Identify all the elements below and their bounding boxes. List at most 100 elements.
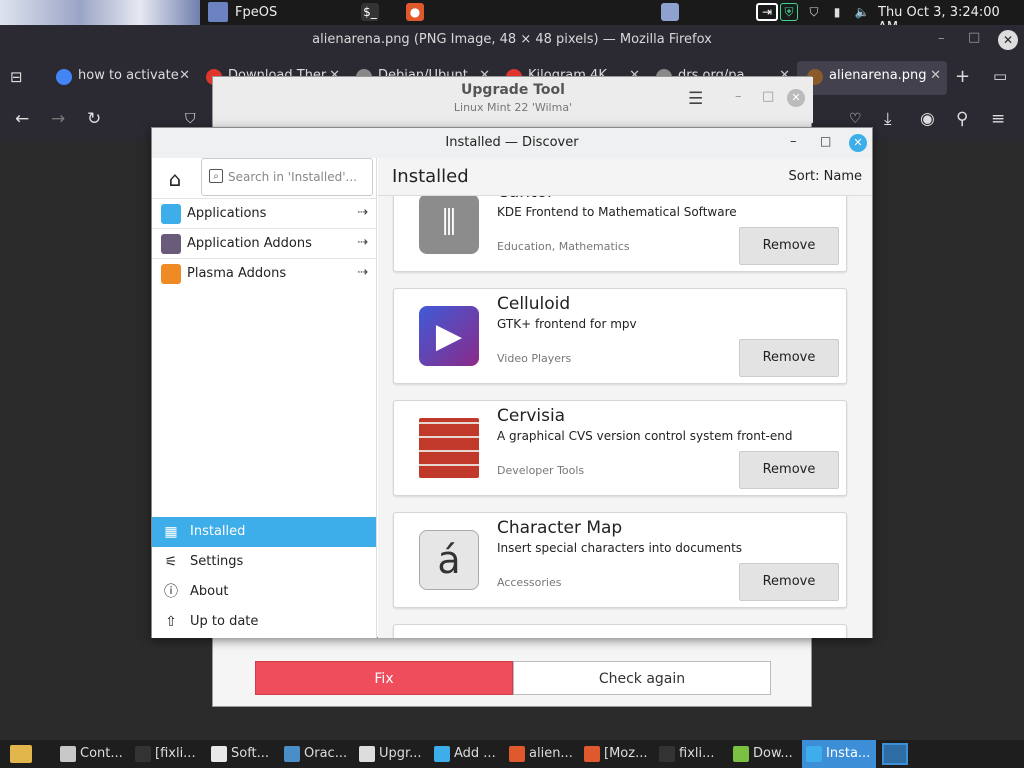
maximize-icon[interactable]: □ xyxy=(820,134,831,148)
content-header: Installed Sort: Name xyxy=(378,158,872,196)
app-description: KDE Frontend to Mathematical Software xyxy=(497,205,737,219)
app-card[interactable]: ⫼ Cantor KDE Frontend to Mathematical Soft… xyxy=(393,196,847,272)
taskbar-label: Dow... xyxy=(753,746,793,761)
taskbar-app-icon xyxy=(584,746,600,762)
update-shield-icon[interactable]: ⛨ xyxy=(780,3,798,21)
new-tab-icon[interactable]: + xyxy=(955,66,970,87)
category-label: Plasma Addons xyxy=(187,266,287,281)
search-icon: ⌕ xyxy=(209,169,223,183)
menu-icon[interactable]: ≡ xyxy=(991,109,1005,129)
pocket-icon[interactable]: ♡ xyxy=(849,111,862,127)
back-icon[interactable]: ← xyxy=(15,109,29,129)
maximize-icon[interactable]: □ xyxy=(968,30,980,45)
exit-icon[interactable]: ⇥ xyxy=(756,3,778,21)
battery-icon[interactable]: ▮ xyxy=(828,3,846,21)
app-description: Insert special characters into documents xyxy=(497,541,743,555)
sidebar-nav-item[interactable]: ⇧ Up to date xyxy=(152,607,376,637)
shield-icon[interactable]: ⛉ xyxy=(185,111,196,127)
app-card[interactable]: ▶ Celluloid GTK+ frontend for mpv Video Pla… xyxy=(393,288,847,384)
close-icon[interactable]: ✕ xyxy=(787,89,805,107)
taskbar-item[interactable]: [Moz... xyxy=(580,740,654,768)
shield-icon[interactable]: ⛉ xyxy=(805,3,823,21)
close-icon[interactable]: ✕ xyxy=(849,134,867,152)
sidebar-category[interactable]: Plasma Addons ⇢ xyxy=(152,258,376,288)
app-name: Cervisia xyxy=(497,406,566,426)
discover-window: Installed — Discover – □ ✕ ⌂ ⌕ Search in … xyxy=(151,127,873,638)
taskbar-item[interactable]: alien... xyxy=(505,740,579,768)
taskbar-item[interactable]: Soft... xyxy=(207,740,279,768)
sidebar-category[interactable]: Applications ⇢ xyxy=(152,198,376,228)
firefox-icon[interactable]: ● xyxy=(406,3,424,21)
taskbar-item[interactable]: Insta... xyxy=(802,740,876,768)
search-input[interactable]: ⌕ Search in 'Installed'... xyxy=(201,158,373,196)
taskbar-label: Upgr... xyxy=(379,746,422,761)
browser-tab[interactable]: alienarena.png ✕ xyxy=(797,61,947,95)
minimize-icon[interactable]: – xyxy=(790,134,797,149)
fix-button[interactable]: Fix xyxy=(255,661,513,695)
sidebar-category[interactable]: Application Addons ⇢ xyxy=(152,228,376,258)
taskbar-item[interactable]: Upgr... xyxy=(355,740,429,768)
reload-icon[interactable]: ↻ xyxy=(87,109,101,129)
taskbar-item[interactable]: Cont... xyxy=(56,740,130,768)
folder-icon[interactable] xyxy=(10,745,32,763)
taskbar-label: Cont... xyxy=(80,746,123,761)
sort-dropdown[interactable]: Sort: Name xyxy=(788,169,862,184)
minimize-icon[interactable]: – xyxy=(735,89,742,104)
taskbar-app-icon xyxy=(284,746,300,762)
taskbar-label: Insta... xyxy=(826,746,871,761)
about-icon: ⓘ xyxy=(164,584,178,600)
workspace-switcher[interactable] xyxy=(882,743,908,765)
taskbar-item[interactable]: [fixli... xyxy=(131,740,205,768)
sidebar-nav-item[interactable]: ⚟ Settings xyxy=(152,547,376,577)
home-icon[interactable]: ⌂ xyxy=(158,162,192,196)
taskbar-app-icon xyxy=(359,746,375,762)
app-description: A graphical CVS version control system f… xyxy=(497,429,793,443)
taskbar-item[interactable]: Add ... xyxy=(430,740,504,768)
extensions-icon[interactable]: ⚲ xyxy=(956,109,968,129)
sidebar-nav-item[interactable]: ⓘ About xyxy=(152,577,376,607)
hamburger-menu-icon[interactable]: ☰ xyxy=(688,89,703,109)
forward-icon[interactable]: → xyxy=(51,109,65,129)
close-icon[interactable]: ✕ xyxy=(998,30,1018,50)
image-thumbnail-icon[interactable] xyxy=(661,3,679,21)
volume-icon[interactable]: 🔈 xyxy=(853,3,871,21)
taskbar-app-icon xyxy=(135,746,151,762)
app-icon[interactable] xyxy=(208,2,228,22)
app-card[interactable] xyxy=(393,624,847,638)
taskbar-item[interactable]: fixli... xyxy=(655,740,728,768)
terminal-icon[interactable]: $_ xyxy=(361,3,379,21)
remove-button[interactable]: Remove xyxy=(739,563,839,601)
account-icon[interactable]: ◉ xyxy=(920,109,935,129)
app-card[interactable]: á Character Map Insert special characters … xyxy=(393,512,847,608)
close-tab-icon[interactable]: ✕ xyxy=(179,68,190,83)
sidebar: ⌂ ⌕ Search in 'Installed'... Applications… xyxy=(152,158,377,638)
remove-button[interactable]: Remove xyxy=(739,339,839,377)
taskbar-item[interactable]: Orac... xyxy=(280,740,354,768)
minimize-icon[interactable]: – xyxy=(938,31,945,46)
window-icon[interactable]: ▭ xyxy=(993,67,1007,85)
app-name: Cantor xyxy=(497,196,554,202)
maximize-icon[interactable]: □ xyxy=(762,89,774,104)
browser-tab[interactable]: how to activate ✕ xyxy=(46,61,196,95)
taskbar-item[interactable]: Dow... xyxy=(729,740,801,768)
taskbar-app-icon xyxy=(806,746,822,762)
cervisia-icon xyxy=(419,418,479,478)
wallpaper-thumbnail xyxy=(0,0,200,25)
tab-list-icon[interactable]: ⊟ xyxy=(10,68,23,86)
category-icon xyxy=(161,264,181,284)
download-icon[interactable]: ⤓ xyxy=(884,109,892,129)
taskbar-app-icon xyxy=(509,746,525,762)
remove-button[interactable]: Remove xyxy=(739,227,839,265)
close-tab-icon[interactable]: ✕ xyxy=(930,68,941,83)
app-card[interactable]: Cervisia A graphical CVS version control … xyxy=(393,400,847,496)
sidebar-nav-item[interactable]: ▦ Installed xyxy=(152,517,376,547)
taskbar-label: fixli... xyxy=(679,746,715,761)
cantor-icon: ⫼ xyxy=(419,196,479,254)
remove-button[interactable]: Remove xyxy=(739,451,839,489)
settings-icon: ⚟ xyxy=(164,554,178,570)
taskbar: Cont... [fixli... Soft... Orac... Upgr... Add… xyxy=(0,740,1024,768)
update-icon: ⇧ xyxy=(165,614,177,630)
upgrade-tool-subtitle: Linux Mint 22 'Wilma' xyxy=(453,101,573,114)
character-map-glyph: á xyxy=(437,538,461,582)
check-again-button[interactable]: Check again xyxy=(513,661,771,695)
